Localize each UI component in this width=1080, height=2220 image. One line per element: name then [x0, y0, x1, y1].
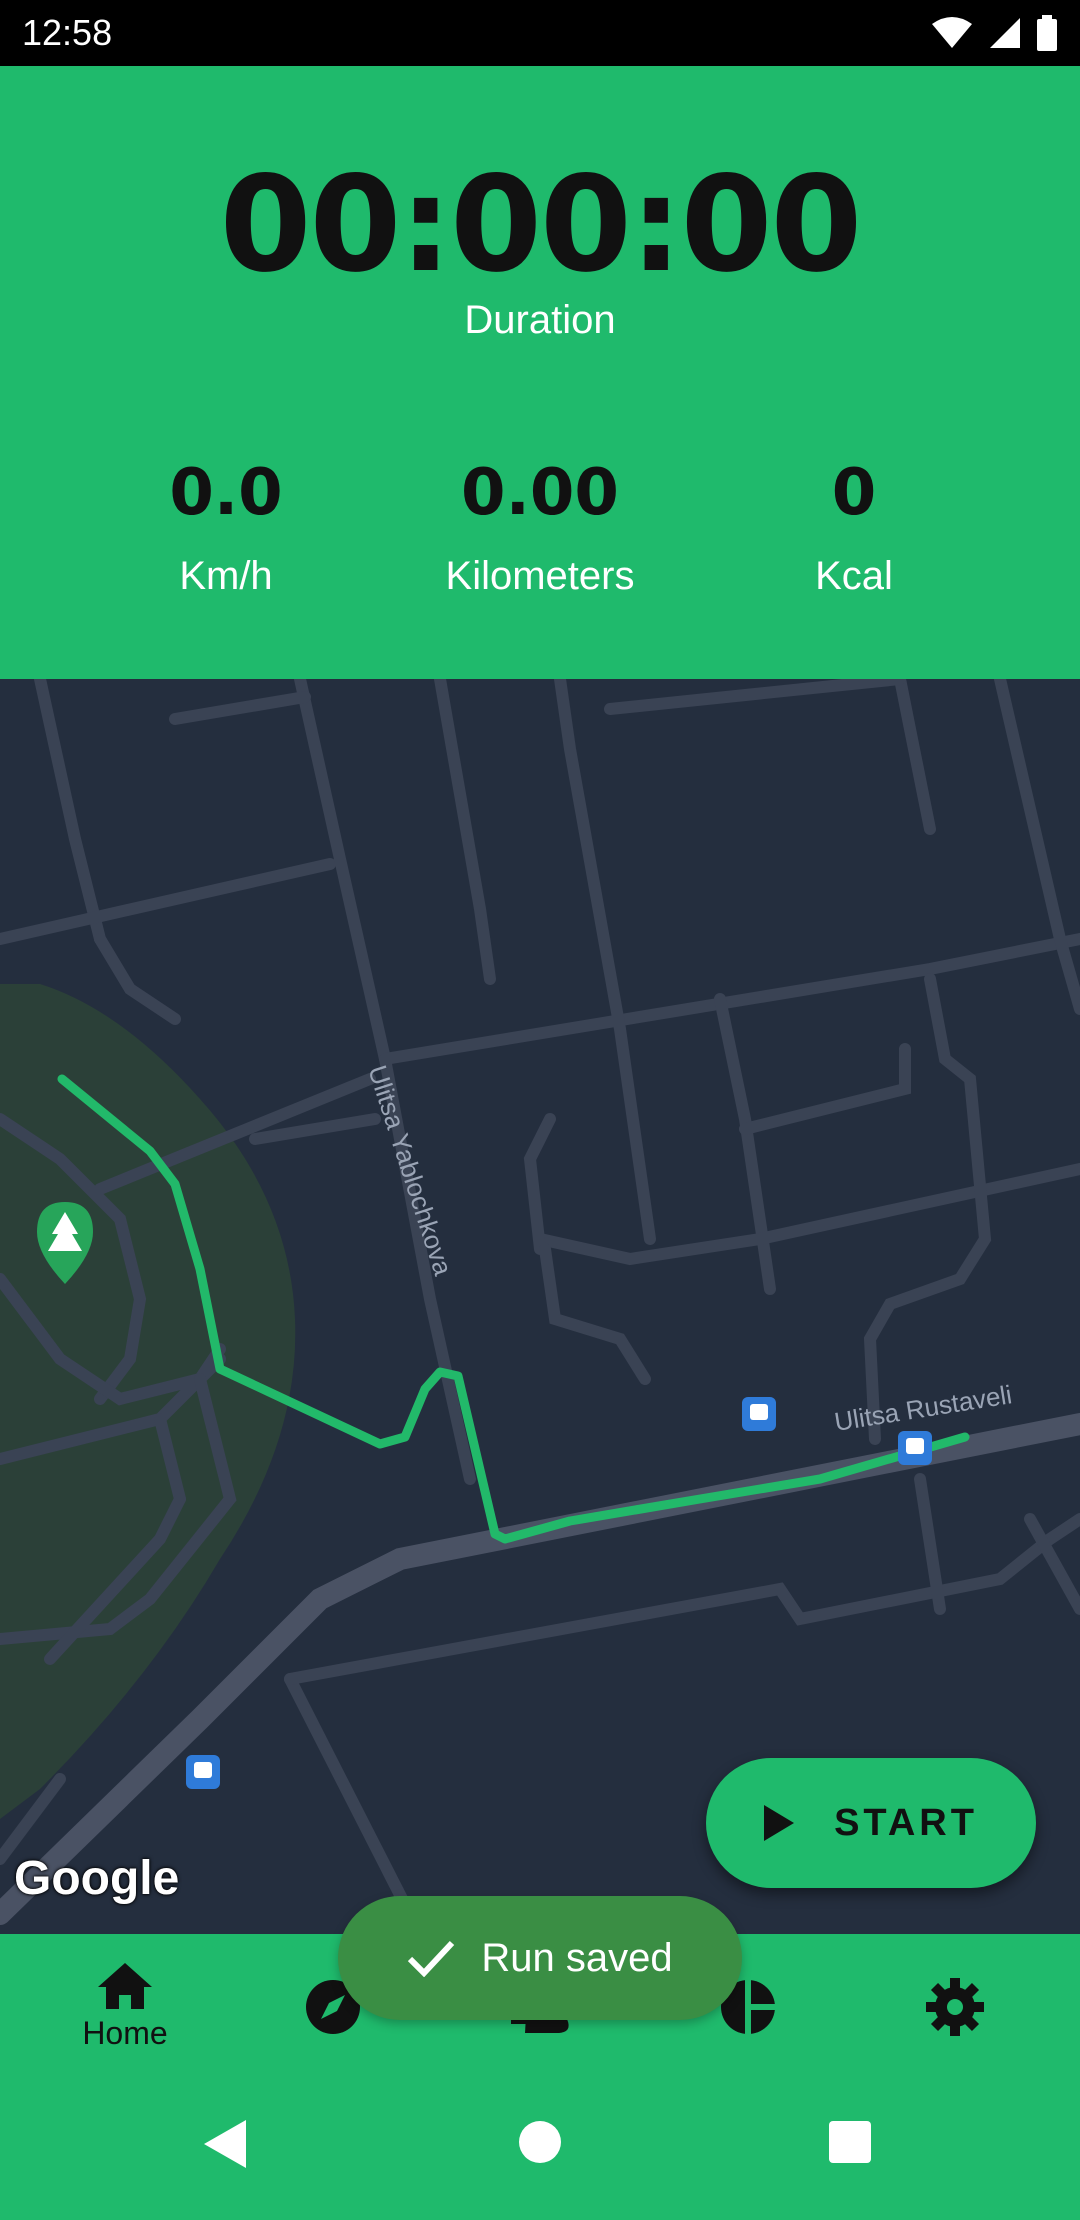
street-label-rustaveli: Ulitsa Rustaveli — [832, 1379, 1014, 1437]
street-label-yablochkova: Ulitsa Yablochkova — [362, 1062, 458, 1280]
play-icon — [764, 1805, 795, 1841]
run-saved-snackbar: Run saved — [338, 1896, 742, 2020]
home-icon — [98, 1962, 152, 2009]
check-icon — [408, 1940, 455, 1977]
status-icons — [930, 15, 1058, 51]
speed-label: Km/h — [179, 554, 273, 598]
duration-timer: 00:00:00 — [219, 148, 863, 302]
wifi-icon — [932, 17, 972, 48]
battery-icon — [1037, 15, 1057, 51]
bus-stop-icon[interactable] — [186, 1755, 220, 1789]
signal-icon — [990, 18, 1020, 48]
home-nav-icon[interactable] — [518, 2120, 562, 2164]
start-button[interactable]: START — [706, 1758, 1036, 1888]
google-logo: Google — [14, 1852, 180, 1905]
speed-stat: 0.0 Km/h — [76, 456, 376, 599]
stats-header: 00:00:00 Duration 0.0 Km/h 0.00 Kilomete… — [0, 66, 1080, 679]
recents-icon[interactable] — [828, 2120, 872, 2164]
calories-value: 0 — [831, 456, 877, 530]
status-time: 12:58 — [22, 12, 113, 53]
duration-label: Duration — [464, 298, 616, 342]
bus-stop-icon[interactable] — [898, 1431, 932, 1465]
back-icon[interactable] — [204, 2120, 246, 2168]
nav-item-settings[interactable] — [847, 1934, 1063, 2080]
calories-stat: 0 Kcal — [704, 456, 1004, 599]
system-navigation-bar — [0, 2080, 1080, 2220]
nav-item-home[interactable]: Home — [17, 1934, 233, 2080]
map-view[interactable]: Ulitsa Yablochkova Ulitsa Rustaveli Goog… — [0, 679, 1080, 1934]
distance-value: 0.00 — [461, 456, 619, 530]
distance-stat: 0.00 Kilometers — [390, 456, 690, 599]
calories-label: Kcal — [815, 554, 893, 598]
speed-value: 0.0 — [169, 456, 283, 530]
nav-label-home: Home — [82, 2014, 168, 2051]
start-button-label: START — [834, 1801, 978, 1844]
map-canvas[interactable]: Ulitsa Yablochkova Ulitsa Rustaveli — [0, 679, 1080, 1934]
park-area — [0, 984, 296, 1819]
status-bar: 12:58 — [0, 0, 1080, 66]
settings-icon — [926, 1978, 984, 2036]
snackbar-text: Run saved — [481, 1935, 673, 1980]
bus-stop-icon[interactable] — [742, 1397, 776, 1431]
distance-label: Kilometers — [445, 554, 635, 598]
